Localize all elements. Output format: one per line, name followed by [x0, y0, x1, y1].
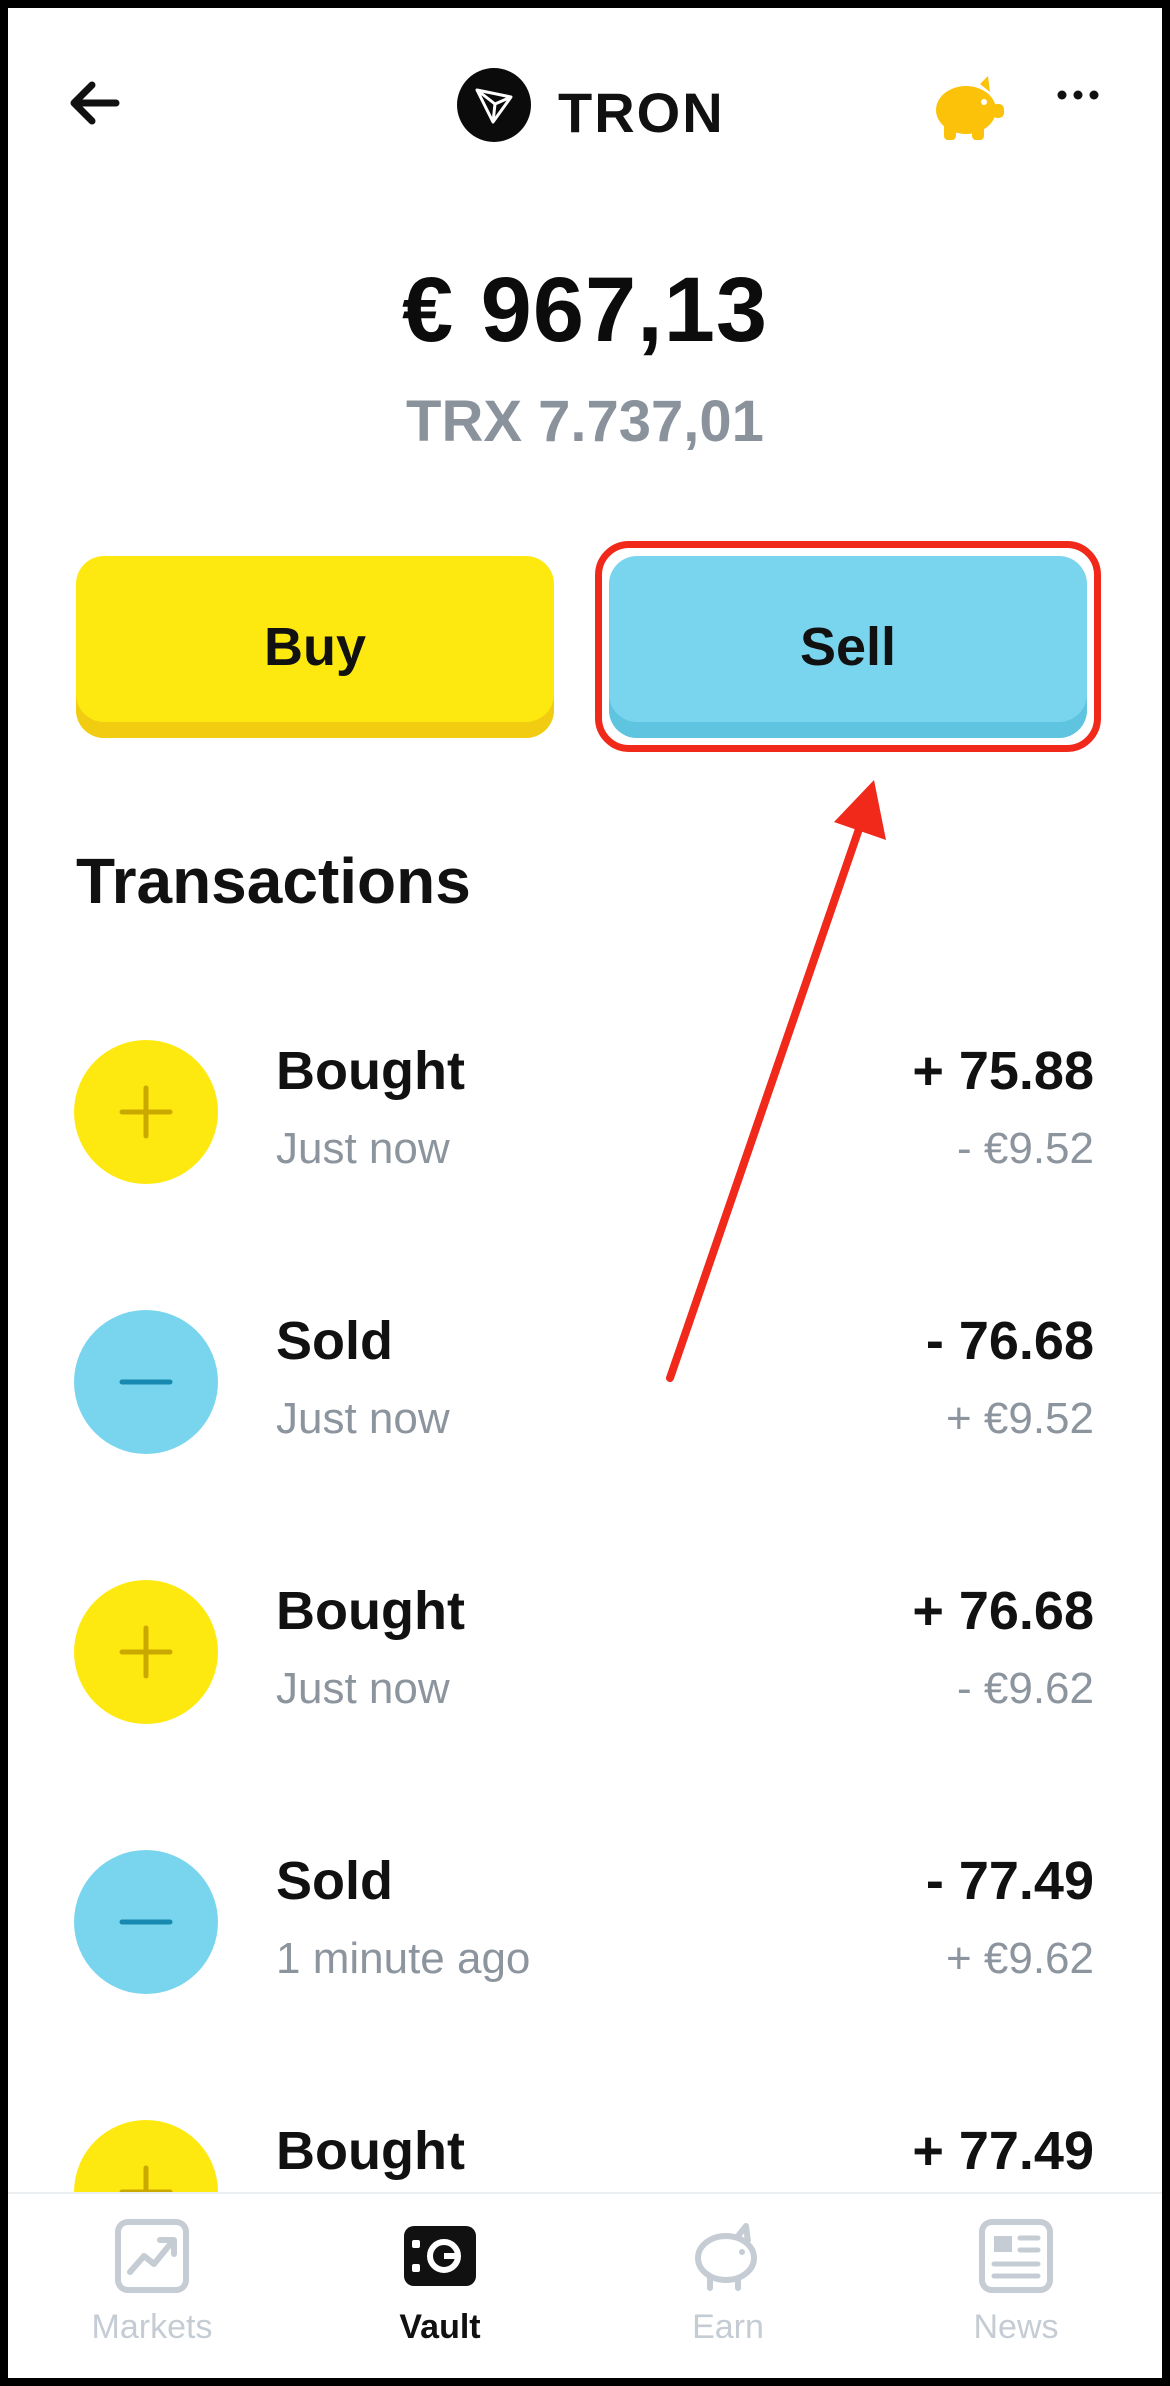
- plus-icon: [74, 1580, 218, 1724]
- nav-label: Markets: [91, 2308, 213, 2346]
- more-options-button[interactable]: [1048, 80, 1108, 120]
- screen: TRON € 967,13 TRX 7.737,01 Buy Sell Tran…: [8, 8, 1162, 2378]
- transaction-fiat: - €9.52: [957, 1124, 1094, 1173]
- nav-label: Earn: [692, 2308, 764, 2346]
- vault-icon: [404, 2226, 476, 2286]
- transaction-title: Bought: [276, 2121, 465, 2181]
- transaction-title: Sold: [276, 1311, 393, 1371]
- arrow-left-icon: [70, 81, 120, 125]
- balance-crypto: TRX 7.737,01: [406, 389, 764, 454]
- newspaper-icon: [979, 2219, 1053, 2293]
- nav-label: News: [973, 2308, 1059, 2346]
- nav-label: Vault: [399, 2308, 481, 2346]
- transaction-fiat: + €9.52: [945, 1394, 1094, 1443]
- transaction-amount: - 76.68: [925, 1311, 1094, 1371]
- sell-button[interactable]: Sell: [609, 556, 1087, 738]
- transaction-time: Just now: [276, 1394, 450, 1443]
- balance-fiat: € 967,13: [401, 259, 769, 361]
- transaction-row[interactable]: Sold Just now - 76.68 + €9.52: [8, 1300, 1162, 1460]
- transactions-title: Transactions: [76, 845, 471, 917]
- annotation-arrow: [666, 780, 886, 1382]
- transaction-row[interactable]: Bought Just now + 75.88 - €9.52: [8, 1030, 1162, 1190]
- chart-icon: [115, 2219, 189, 2293]
- coin-name: TRON: [558, 81, 725, 144]
- nav-item-vault[interactable]: Vault: [296, 2194, 584, 2378]
- buy-button[interactable]: Buy: [76, 556, 554, 738]
- piggy-bank-icon: [936, 76, 1004, 140]
- tron-logo-icon: [457, 68, 531, 142]
- transaction-amount: + 75.88: [912, 1041, 1094, 1101]
- minus-icon: [74, 1310, 218, 1454]
- more-dots-icon: [1057, 90, 1099, 100]
- transaction-time: Just now: [276, 1664, 450, 1713]
- minus-icon: [74, 1850, 218, 1994]
- transaction-amount: + 77.49: [912, 2121, 1094, 2181]
- transaction-time: Just now: [276, 1124, 450, 1173]
- nav-item-news[interactable]: News: [872, 2194, 1160, 2378]
- piggy-bank-button[interactable]: [928, 74, 1008, 144]
- transaction-amount: - 77.49: [925, 1851, 1094, 1911]
- plus-icon: [74, 1040, 218, 1184]
- transaction-fiat: - €9.62: [957, 1664, 1094, 1713]
- transaction-row[interactable]: Bought Just now + 76.68 - €9.62: [8, 1570, 1162, 1730]
- transaction-fiat: + €9.62: [945, 1934, 1094, 1983]
- transaction-time: 1 minute ago: [276, 1934, 531, 1983]
- bottom-nav: Markets Vault Earn News: [8, 2192, 1162, 2378]
- transaction-amount: + 76.68: [912, 1581, 1094, 1641]
- piggy-bank-icon: [695, 2223, 757, 2291]
- transaction-row[interactable]: Sold 1 minute ago - 77.49 + €9.62: [8, 1840, 1162, 2000]
- nav-item-earn[interactable]: Earn: [584, 2194, 872, 2378]
- nav-item-markets[interactable]: Markets: [8, 2194, 296, 2378]
- transaction-title: Bought: [276, 1581, 465, 1641]
- transaction-title: Bought: [276, 1041, 465, 1101]
- transaction-title: Sold: [276, 1851, 393, 1911]
- back-button[interactable]: [64, 78, 144, 148]
